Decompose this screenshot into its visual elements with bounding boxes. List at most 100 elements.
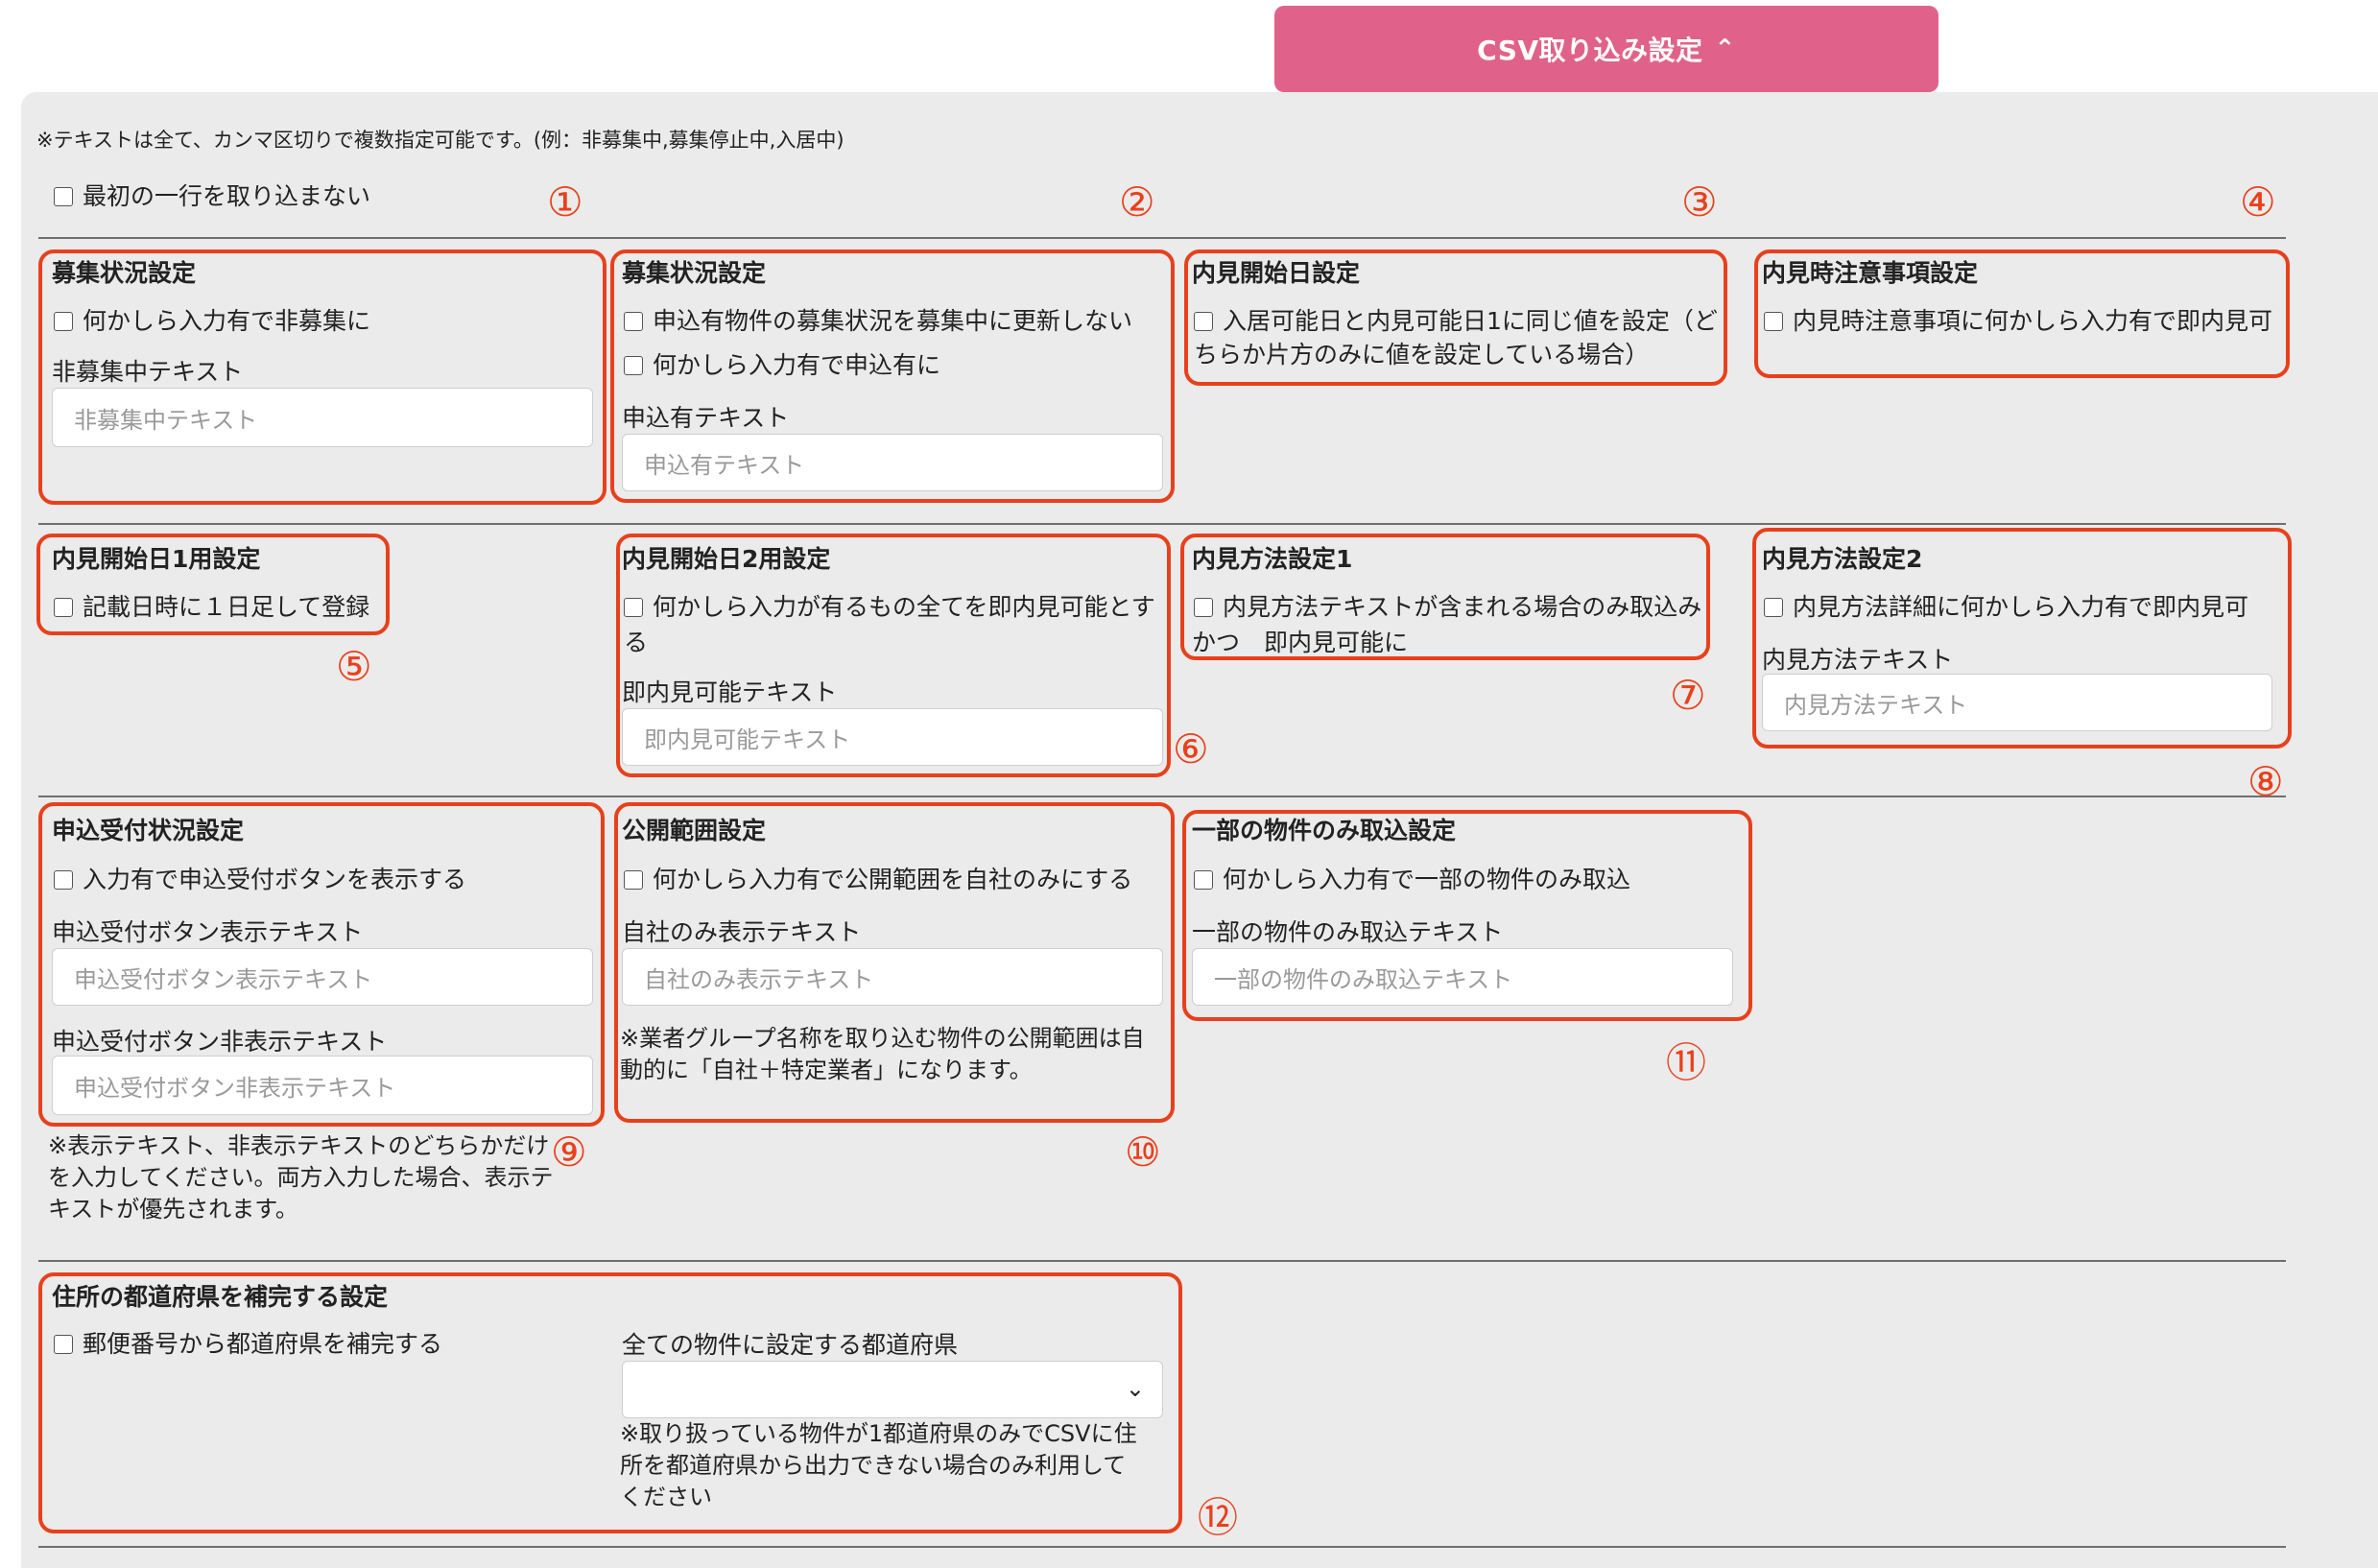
csv-import-settings-button[interactable]: CSV取り込み設定 ⌃ (1274, 6, 1938, 92)
top-note: ※テキストは全て、カンマ区切りで複数指定可能です。(例：非募集中,募集停止中,入… (36, 129, 844, 152)
csv-button-label: CSV取り込み設定 (1477, 35, 1703, 66)
divider (38, 523, 2286, 525)
checkbox-label: 何かしら入力が有るもの全てを即内見可能とす (653, 593, 1155, 621)
non-recruiting-text-input[interactable]: 非募集中テキスト (52, 388, 593, 447)
annotation-number-6: ⑥ (1173, 725, 1209, 772)
chevron-up-icon: ⌃ (1714, 35, 1736, 63)
checkbox-label: 内見方法テキストが含まれる場合のみ取込み (1223, 593, 1702, 621)
checkbox-label: 何かしら入力有で一部の物件のみ取込 (1223, 866, 1631, 893)
complement-prefecture-checkbox[interactable] (54, 1335, 73, 1354)
checkbox-label: 申込有物件の募集状況を募集中に更新しない (653, 307, 1133, 335)
add-one-day-option[interactable]: 記載日時に１日足して登録 (54, 591, 369, 624)
application-button-show-text-input[interactable]: 申込受付ボタン表示テキスト (52, 948, 593, 1006)
skip-first-row-option[interactable]: 最初の一行を取り込まない (54, 180, 370, 213)
checkbox-label: 郵便番号から都道府県を補完する (83, 1330, 443, 1358)
partial-import-option[interactable]: 何かしら入力有で一部の物件のみ取込 (1194, 864, 1630, 896)
own-company-only-text-input[interactable]: 自社のみ表示テキスト (622, 948, 1163, 1006)
skip-first-row-label: 最初の一行を取り込まない (83, 182, 371, 210)
applied-text-input[interactable]: 申込有テキスト (622, 434, 1163, 491)
immediate-viewing-text-input[interactable]: 即内見可能テキスト (622, 708, 1163, 766)
section-title: 住所の都道府県を補完する設定 (52, 1283, 389, 1311)
note-line: ください (620, 1484, 712, 1510)
viewing-method-text-option[interactable]: 内見方法テキストが含まれる場合のみ取込み (1194, 591, 1701, 624)
annotation-number-1: ① (547, 178, 583, 226)
annotation-number-3: ③ (1681, 178, 1718, 226)
viewing-notes-option[interactable]: 内見時注意事項に何かしら入力有で即内見可 (1764, 305, 2272, 338)
divider (38, 237, 2286, 239)
checkbox-label-cont: かつ 即内見可能に (1192, 629, 1409, 656)
prefecture-select[interactable]: ⌄ (622, 1361, 1163, 1418)
annotation-number-4: ④ (2240, 178, 2276, 226)
viewing-start-same-option[interactable]: 入居可能日と内見可能日1に同じ値を設定（ど (1194, 305, 1718, 338)
section-note: ※業者グループ名称を取り込む物件の公開範囲は自 動的に「自社＋特定業者」になりま… (620, 1023, 1167, 1086)
viewing-method-text-input[interactable]: 内見方法テキスト (1762, 674, 2272, 731)
section-title: 内見開始日2用設定 (622, 545, 831, 573)
field-label: 申込受付ボタン表示テキスト (52, 918, 364, 946)
section-title: 内見開始日1用設定 (52, 545, 261, 573)
checkbox-label: 何かしら入力有で非募集に (83, 307, 371, 335)
checkbox-label: 何かしら入力有で公開範囲を自社のみにする (653, 866, 1133, 893)
immediate-viewing-all-option[interactable]: 何かしら入力が有るもの全てを即内見可能とす (624, 591, 1155, 624)
field-label: 全ての物件に設定する都道府県 (622, 1331, 959, 1359)
field-label: 即内見可能テキスト (622, 678, 838, 706)
viewing-notes-checkbox[interactable] (1764, 312, 1783, 331)
viewing-method-detail-checkbox[interactable] (1764, 598, 1783, 617)
checkbox-label: 何かしら入力有で申込有に (653, 351, 941, 379)
checkbox-label: 記載日時に１日足して登録 (83, 593, 370, 621)
add-one-day-checkbox[interactable] (54, 598, 73, 617)
field-label: 自社のみ表示テキスト (622, 918, 862, 946)
show-application-button-checkbox[interactable] (54, 870, 73, 890)
viewing-start-same-checkbox[interactable] (1194, 312, 1213, 331)
checkbox-label-cont: る (624, 629, 649, 656)
annotation-number-2: ② (1119, 178, 1155, 226)
divider (38, 1546, 2286, 1548)
section-title: 申込受付状況設定 (52, 817, 245, 844)
viewing-method-detail-option[interactable]: 内見方法詳細に何かしら入力有で即内見可 (1764, 591, 2248, 624)
divider (38, 796, 2286, 797)
annotation-number-10: ⑩ (1125, 1128, 1161, 1176)
field-label: 申込有テキスト (622, 404, 790, 432)
checkbox-label: 内見方法詳細に何かしら入力有で即内見可 (1793, 593, 2249, 621)
section-note: ※取り扱っている物件が1都道府県のみでCSVに住 所を都道府県から出力できない場… (620, 1418, 1167, 1513)
show-application-button-option[interactable]: 入力有で申込受付ボタンを表示する (54, 864, 466, 896)
section-title: 内見方法設定2 (1762, 545, 1923, 573)
partial-import-text-input[interactable]: 一部の物件のみ取込テキスト (1192, 948, 1733, 1006)
own-company-only-option[interactable]: 何かしら入力有で公開範囲を自社のみにする (624, 864, 1132, 896)
chevron-down-icon: ⌄ (1125, 1375, 1145, 1402)
non-recruiting-option[interactable]: 何かしら入力有で非募集に (54, 305, 370, 338)
note-line: ※表示テキスト、非表示テキストのどちらかだけ (48, 1132, 550, 1159)
viewing-method-text-checkbox[interactable] (1194, 598, 1213, 617)
section-title: 内見開始日設定 (1192, 259, 1361, 287)
section-title: 募集状況設定 (622, 259, 767, 287)
section-title: 募集状況設定 (52, 259, 197, 287)
note-line: ※業者グループ名称を取り込む物件の公開範囲は自 (620, 1025, 1145, 1052)
annotation-number-8: ⑧ (2247, 758, 2284, 805)
non-recruiting-checkbox[interactable] (54, 312, 73, 331)
skip-first-row-checkbox[interactable] (54, 187, 73, 206)
annotation-number-5: ⑤ (336, 643, 372, 690)
applied-option[interactable]: 何かしら入力有で申込有に (624, 349, 940, 382)
checkbox-label: 入居可能日と内見可能日1に同じ値を設定（ど (1223, 307, 1718, 335)
note-line: キストが優先されます。 (48, 1196, 298, 1223)
note-line: 動的に「自社＋特定業者」になります。 (620, 1057, 1033, 1083)
field-label: 非募集中テキスト (52, 358, 244, 386)
annotation-number-11: ⑪ (1666, 1039, 1707, 1086)
field-label: 申込受付ボタン非表示テキスト (52, 1028, 388, 1056)
section-title: 公開範囲設定 (622, 817, 767, 844)
no-update-recruiting-checkbox[interactable] (624, 312, 643, 331)
divider (38, 1260, 2286, 1262)
own-company-only-checkbox[interactable] (624, 870, 643, 890)
no-update-recruiting-option[interactable]: 申込有物件の募集状況を募集中に更新しない (624, 305, 1132, 338)
complement-prefecture-option[interactable]: 郵便番号から都道府県を補完する (54, 1328, 442, 1361)
annotation-number-12: ⑫ (1198, 1494, 1239, 1541)
section-title: 一部の物件のみ取込設定 (1192, 817, 1457, 844)
checkbox-label-cont: ちらか片方のみに値を設定している場合） (1194, 341, 1650, 368)
applied-checkbox[interactable] (624, 356, 643, 375)
immediate-viewing-all-checkbox[interactable] (624, 598, 643, 617)
checkbox-label: 入力有で申込受付ボタンを表示する (83, 866, 467, 893)
field-label: 内見方法テキスト (1762, 646, 1954, 674)
note-line: 所を都道府県から出力できない場合のみ利用して (620, 1452, 1127, 1479)
partial-import-checkbox[interactable] (1194, 870, 1213, 890)
application-button-hide-text-input[interactable]: 申込受付ボタン非表示テキスト (52, 1056, 593, 1115)
section-title: 内見方法設定1 (1192, 545, 1353, 573)
